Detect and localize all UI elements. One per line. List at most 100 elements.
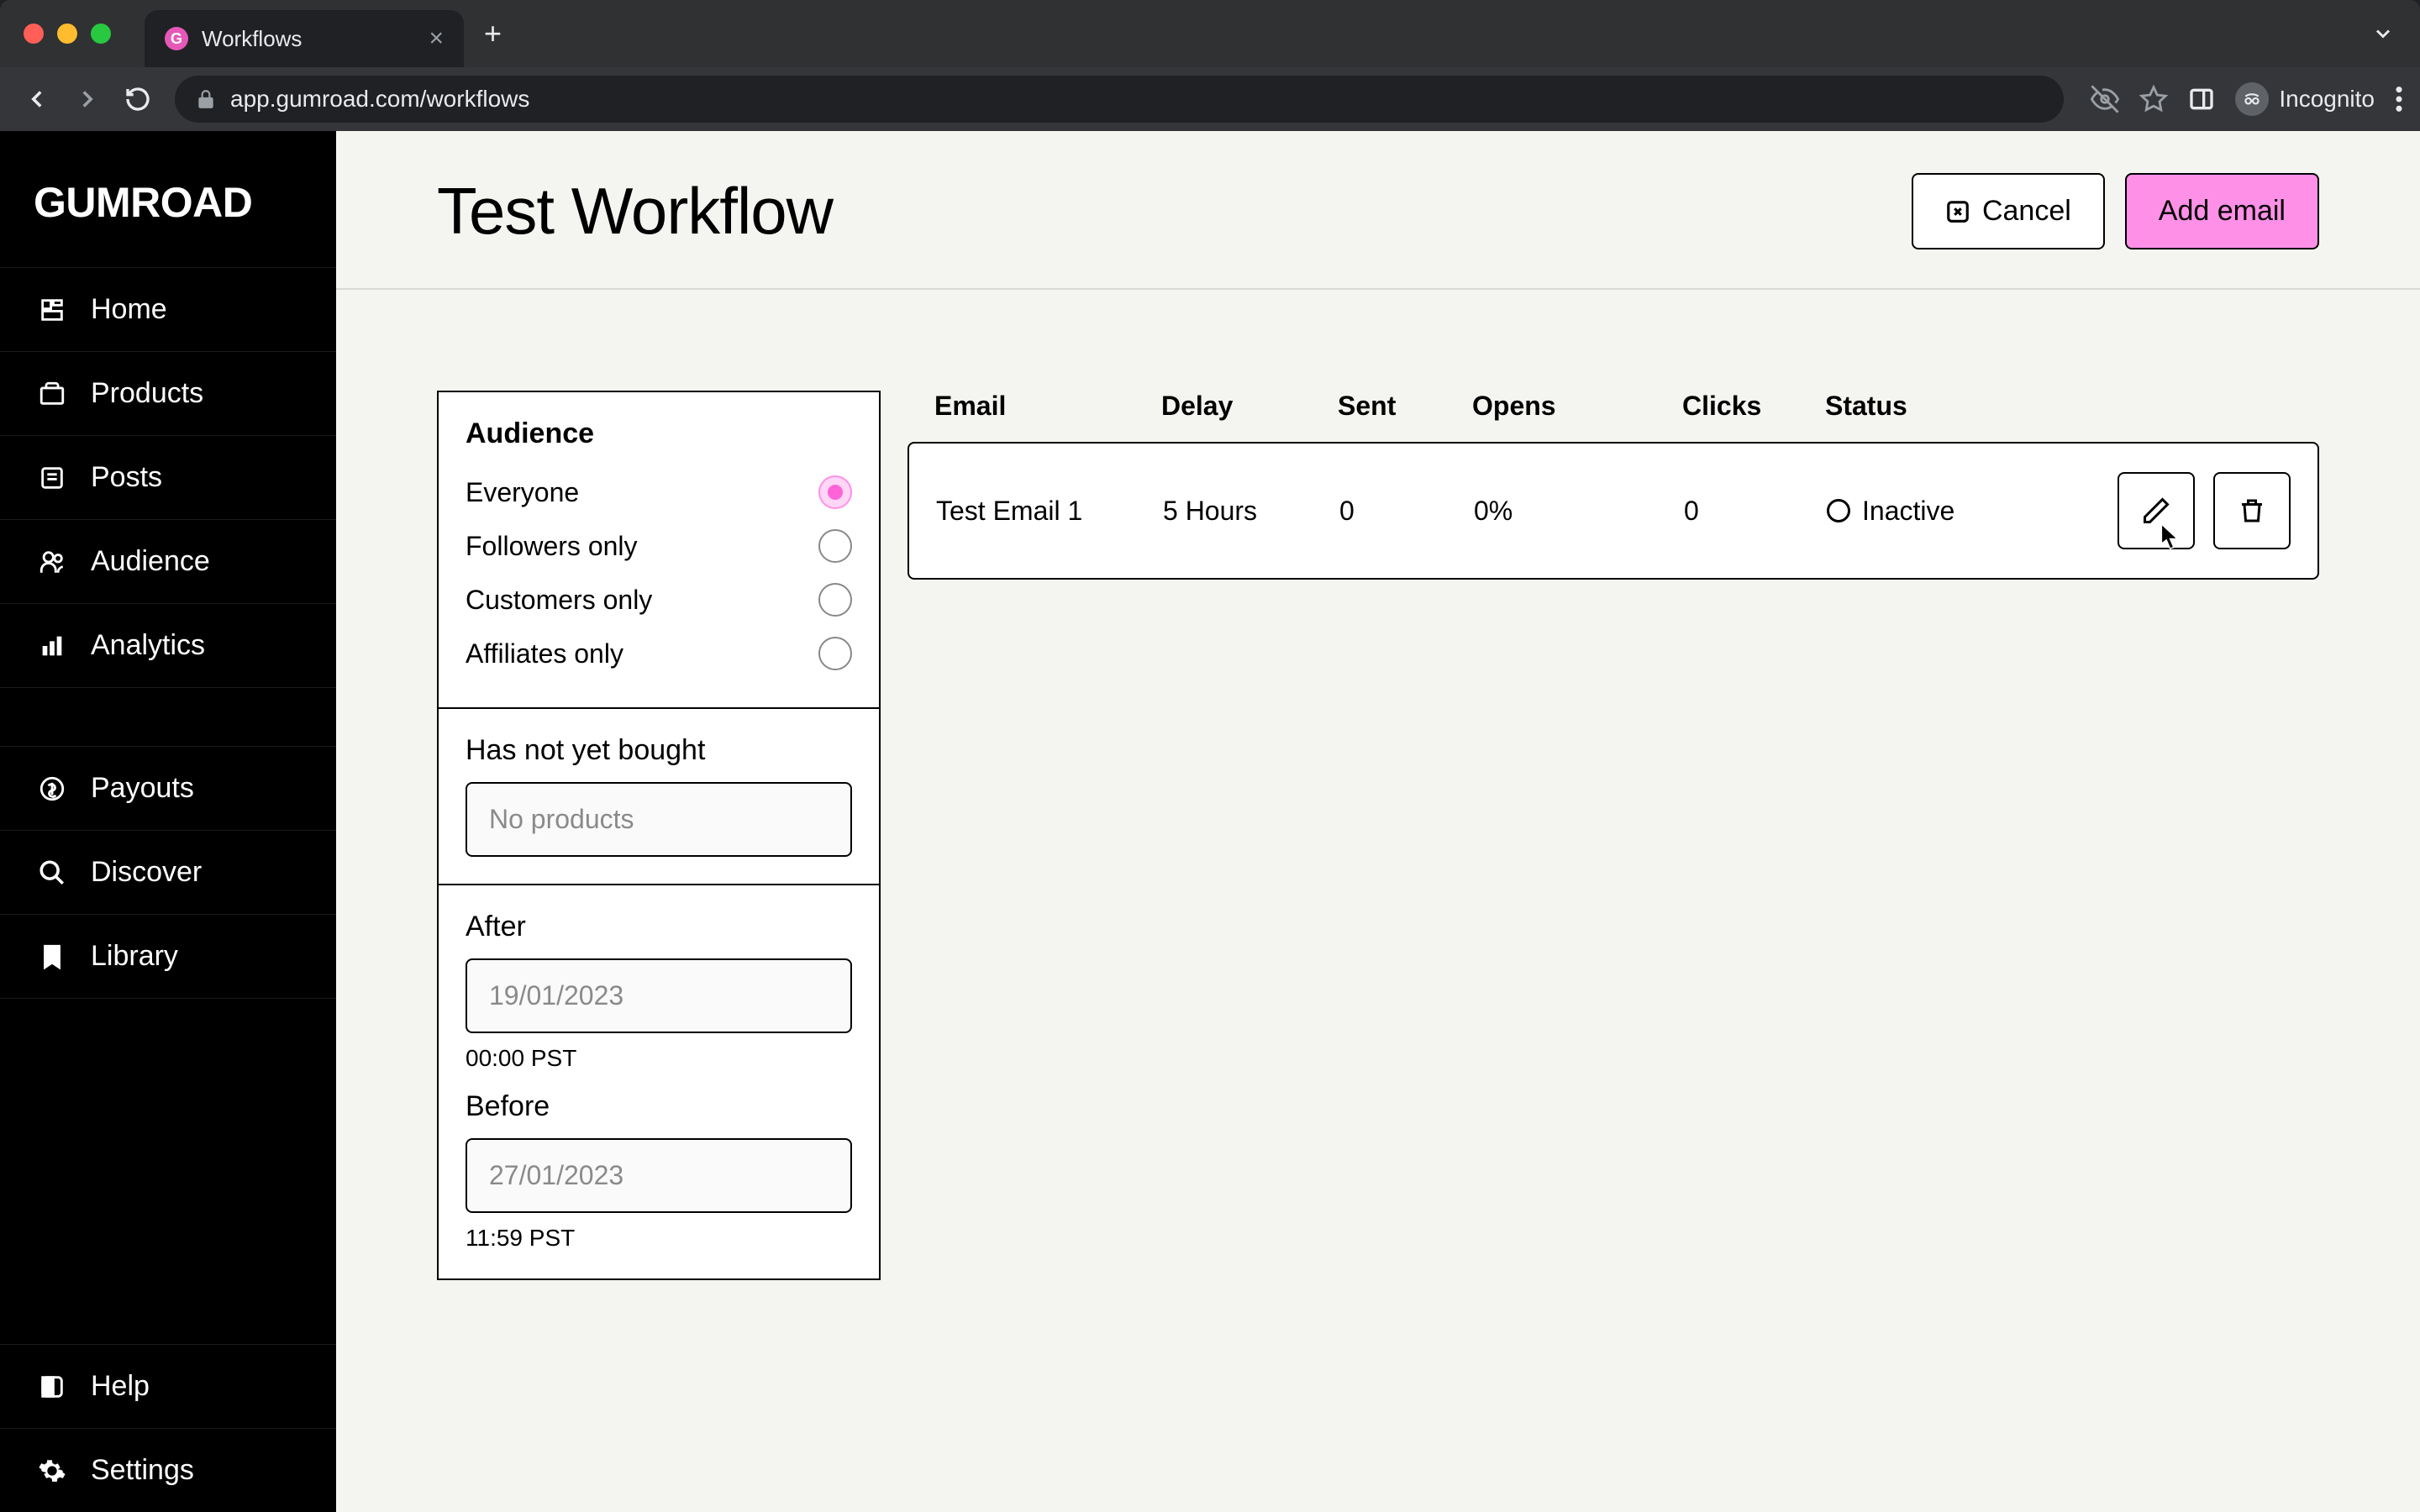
not-bought-label: Has not yet bought xyxy=(466,734,852,767)
favicon-icon: G xyxy=(165,27,188,50)
brand-logo[interactable]: GUMROAD xyxy=(0,131,336,267)
sidebar-item-analytics[interactable]: Analytics xyxy=(0,603,336,687)
table-row[interactable]: Test Email 1 5 Hours 0 0% 0 Inactive xyxy=(908,442,2319,580)
window-minimize-icon[interactable] xyxy=(57,24,77,44)
menu-icon[interactable] xyxy=(2395,85,2403,113)
cell-status: Inactive xyxy=(1827,496,2118,527)
sidebar-item-audience[interactable]: Audience xyxy=(0,519,336,603)
radio-icon[interactable] xyxy=(818,529,852,563)
status-circle-icon xyxy=(1827,499,1850,522)
cell-sent: 0 xyxy=(1339,496,1474,527)
sidebar: GUMROAD Home Products Posts Audience Ana… xyxy=(0,131,336,1512)
before-input[interactable]: 27/01/2023 xyxy=(466,1138,852,1213)
bookmark-icon xyxy=(37,942,67,972)
brand-logo-text: GUMROAD xyxy=(34,178,302,227)
emails-table: Email Delay Sent Opens Clicks Status Tes… xyxy=(908,391,2319,1280)
after-hint: 00:00 PST xyxy=(466,1045,852,1072)
sidebar-item-label: Products xyxy=(91,377,203,410)
analytics-icon xyxy=(37,631,67,661)
radio-icon[interactable] xyxy=(818,475,852,509)
products-icon xyxy=(37,379,67,409)
window-zoom-icon[interactable] xyxy=(91,24,111,44)
incognito-badge[interactable]: Incognito xyxy=(2235,82,2375,116)
col-clicks: Clicks xyxy=(1682,391,1825,422)
tab-close-icon[interactable]: × xyxy=(429,24,444,53)
cell-clicks: 0 xyxy=(1684,496,1827,527)
cancel-button[interactable]: Cancel xyxy=(1912,173,2105,249)
incognito-label: Incognito xyxy=(2279,86,2375,113)
search-icon xyxy=(37,858,67,888)
traffic-lights xyxy=(0,24,111,44)
sidebar-item-products[interactable]: Products xyxy=(0,351,336,435)
audience-option-customers[interactable]: Customers only xyxy=(466,573,852,627)
back-button[interactable] xyxy=(17,79,57,119)
filter-card: Audience Everyone Followers only Custome… xyxy=(437,391,881,1280)
tabs-dropdown-icon[interactable] xyxy=(2371,22,2395,45)
sidebar-item-label: Discover xyxy=(91,856,202,889)
add-email-button[interactable]: Add email xyxy=(2125,173,2319,249)
row-actions xyxy=(2118,472,2291,549)
delete-button[interactable] xyxy=(2213,472,2291,549)
pencil-icon xyxy=(2141,496,2171,526)
posts-icon xyxy=(37,463,67,493)
not-bought-section: Has not yet bought No products xyxy=(439,707,879,884)
sidebar-item-discover[interactable]: Discover xyxy=(0,830,336,914)
sidebar-item-payouts[interactable]: Payouts xyxy=(0,746,336,830)
before-label: Before xyxy=(466,1090,852,1123)
sidebar-item-label: Audience xyxy=(91,545,210,578)
sidebar-item-posts[interactable]: Posts xyxy=(0,435,336,519)
gear-icon xyxy=(37,1456,67,1486)
window-close-icon[interactable] xyxy=(24,24,44,44)
audience-option-everyone[interactable]: Everyone xyxy=(466,465,852,519)
cancel-label: Cancel xyxy=(1982,195,2071,228)
audience-option-followers[interactable]: Followers only xyxy=(466,519,852,573)
star-icon[interactable] xyxy=(2139,85,2168,113)
radio-label: Followers only xyxy=(466,531,638,562)
col-delay: Delay xyxy=(1161,391,1338,422)
col-sent: Sent xyxy=(1338,391,1472,422)
panel-icon[interactable] xyxy=(2188,86,2215,113)
url-text: app.gumroad.com/workflows xyxy=(230,86,529,113)
radio-label: Affiliates only xyxy=(466,638,623,669)
not-bought-input[interactable]: No products xyxy=(466,782,852,857)
help-icon xyxy=(37,1372,67,1402)
forward-button[interactable] xyxy=(67,79,108,119)
main-content: Test Workflow Cancel Add email Audience xyxy=(336,131,2420,1512)
eye-off-icon[interactable] xyxy=(2091,85,2119,113)
sidebar-item-label: Help xyxy=(91,1370,150,1403)
status-text: Inactive xyxy=(1862,496,1954,527)
radio-icon[interactable] xyxy=(818,637,852,670)
col-opens: Opens xyxy=(1472,391,1682,422)
radio-label: Everyone xyxy=(466,477,579,508)
sidebar-item-help[interactable]: Help xyxy=(0,1344,336,1428)
new-tab-button[interactable]: + xyxy=(484,16,502,51)
payouts-icon xyxy=(37,774,67,804)
address-bar[interactable]: app.gumroad.com/workflows xyxy=(175,76,2064,123)
date-range-section: After 19/01/2023 00:00 PST Before 27/01/… xyxy=(439,884,879,1278)
after-label: After xyxy=(466,911,852,943)
after-input[interactable]: 19/01/2023 xyxy=(466,958,852,1033)
cell-opens: 0% xyxy=(1474,496,1684,527)
sidebar-item-label: Settings xyxy=(91,1454,194,1487)
incognito-icon xyxy=(2235,82,2269,116)
sidebar-item-label: Payouts xyxy=(91,772,194,805)
radio-label: Customers only xyxy=(466,585,652,616)
page-title: Test Workflow xyxy=(437,173,833,249)
sidebar-item-home[interactable]: Home xyxy=(0,267,336,351)
sidebar-item-settings[interactable]: Settings xyxy=(0,1428,336,1512)
col-email: Email xyxy=(934,391,1161,422)
radio-icon[interactable] xyxy=(818,583,852,617)
lock-icon xyxy=(195,88,217,110)
sidebar-item-library[interactable]: Library xyxy=(0,914,336,998)
cell-email: Test Email 1 xyxy=(936,496,1163,527)
edit-button[interactable] xyxy=(2118,472,2195,549)
trash-icon xyxy=(2237,496,2267,526)
audience-heading: Audience xyxy=(466,417,852,450)
browser-tab[interactable]: G Workflows × xyxy=(145,10,464,67)
audience-option-affiliates[interactable]: Affiliates only xyxy=(466,627,852,680)
table-header-row: Email Delay Sent Opens Clicks Status xyxy=(908,391,2319,442)
reload-button[interactable] xyxy=(118,79,158,119)
tab-title: Workflows xyxy=(202,26,415,52)
audience-section: Audience Everyone Followers only Custome… xyxy=(439,392,879,707)
sidebar-item-label: Analytics xyxy=(91,629,205,662)
